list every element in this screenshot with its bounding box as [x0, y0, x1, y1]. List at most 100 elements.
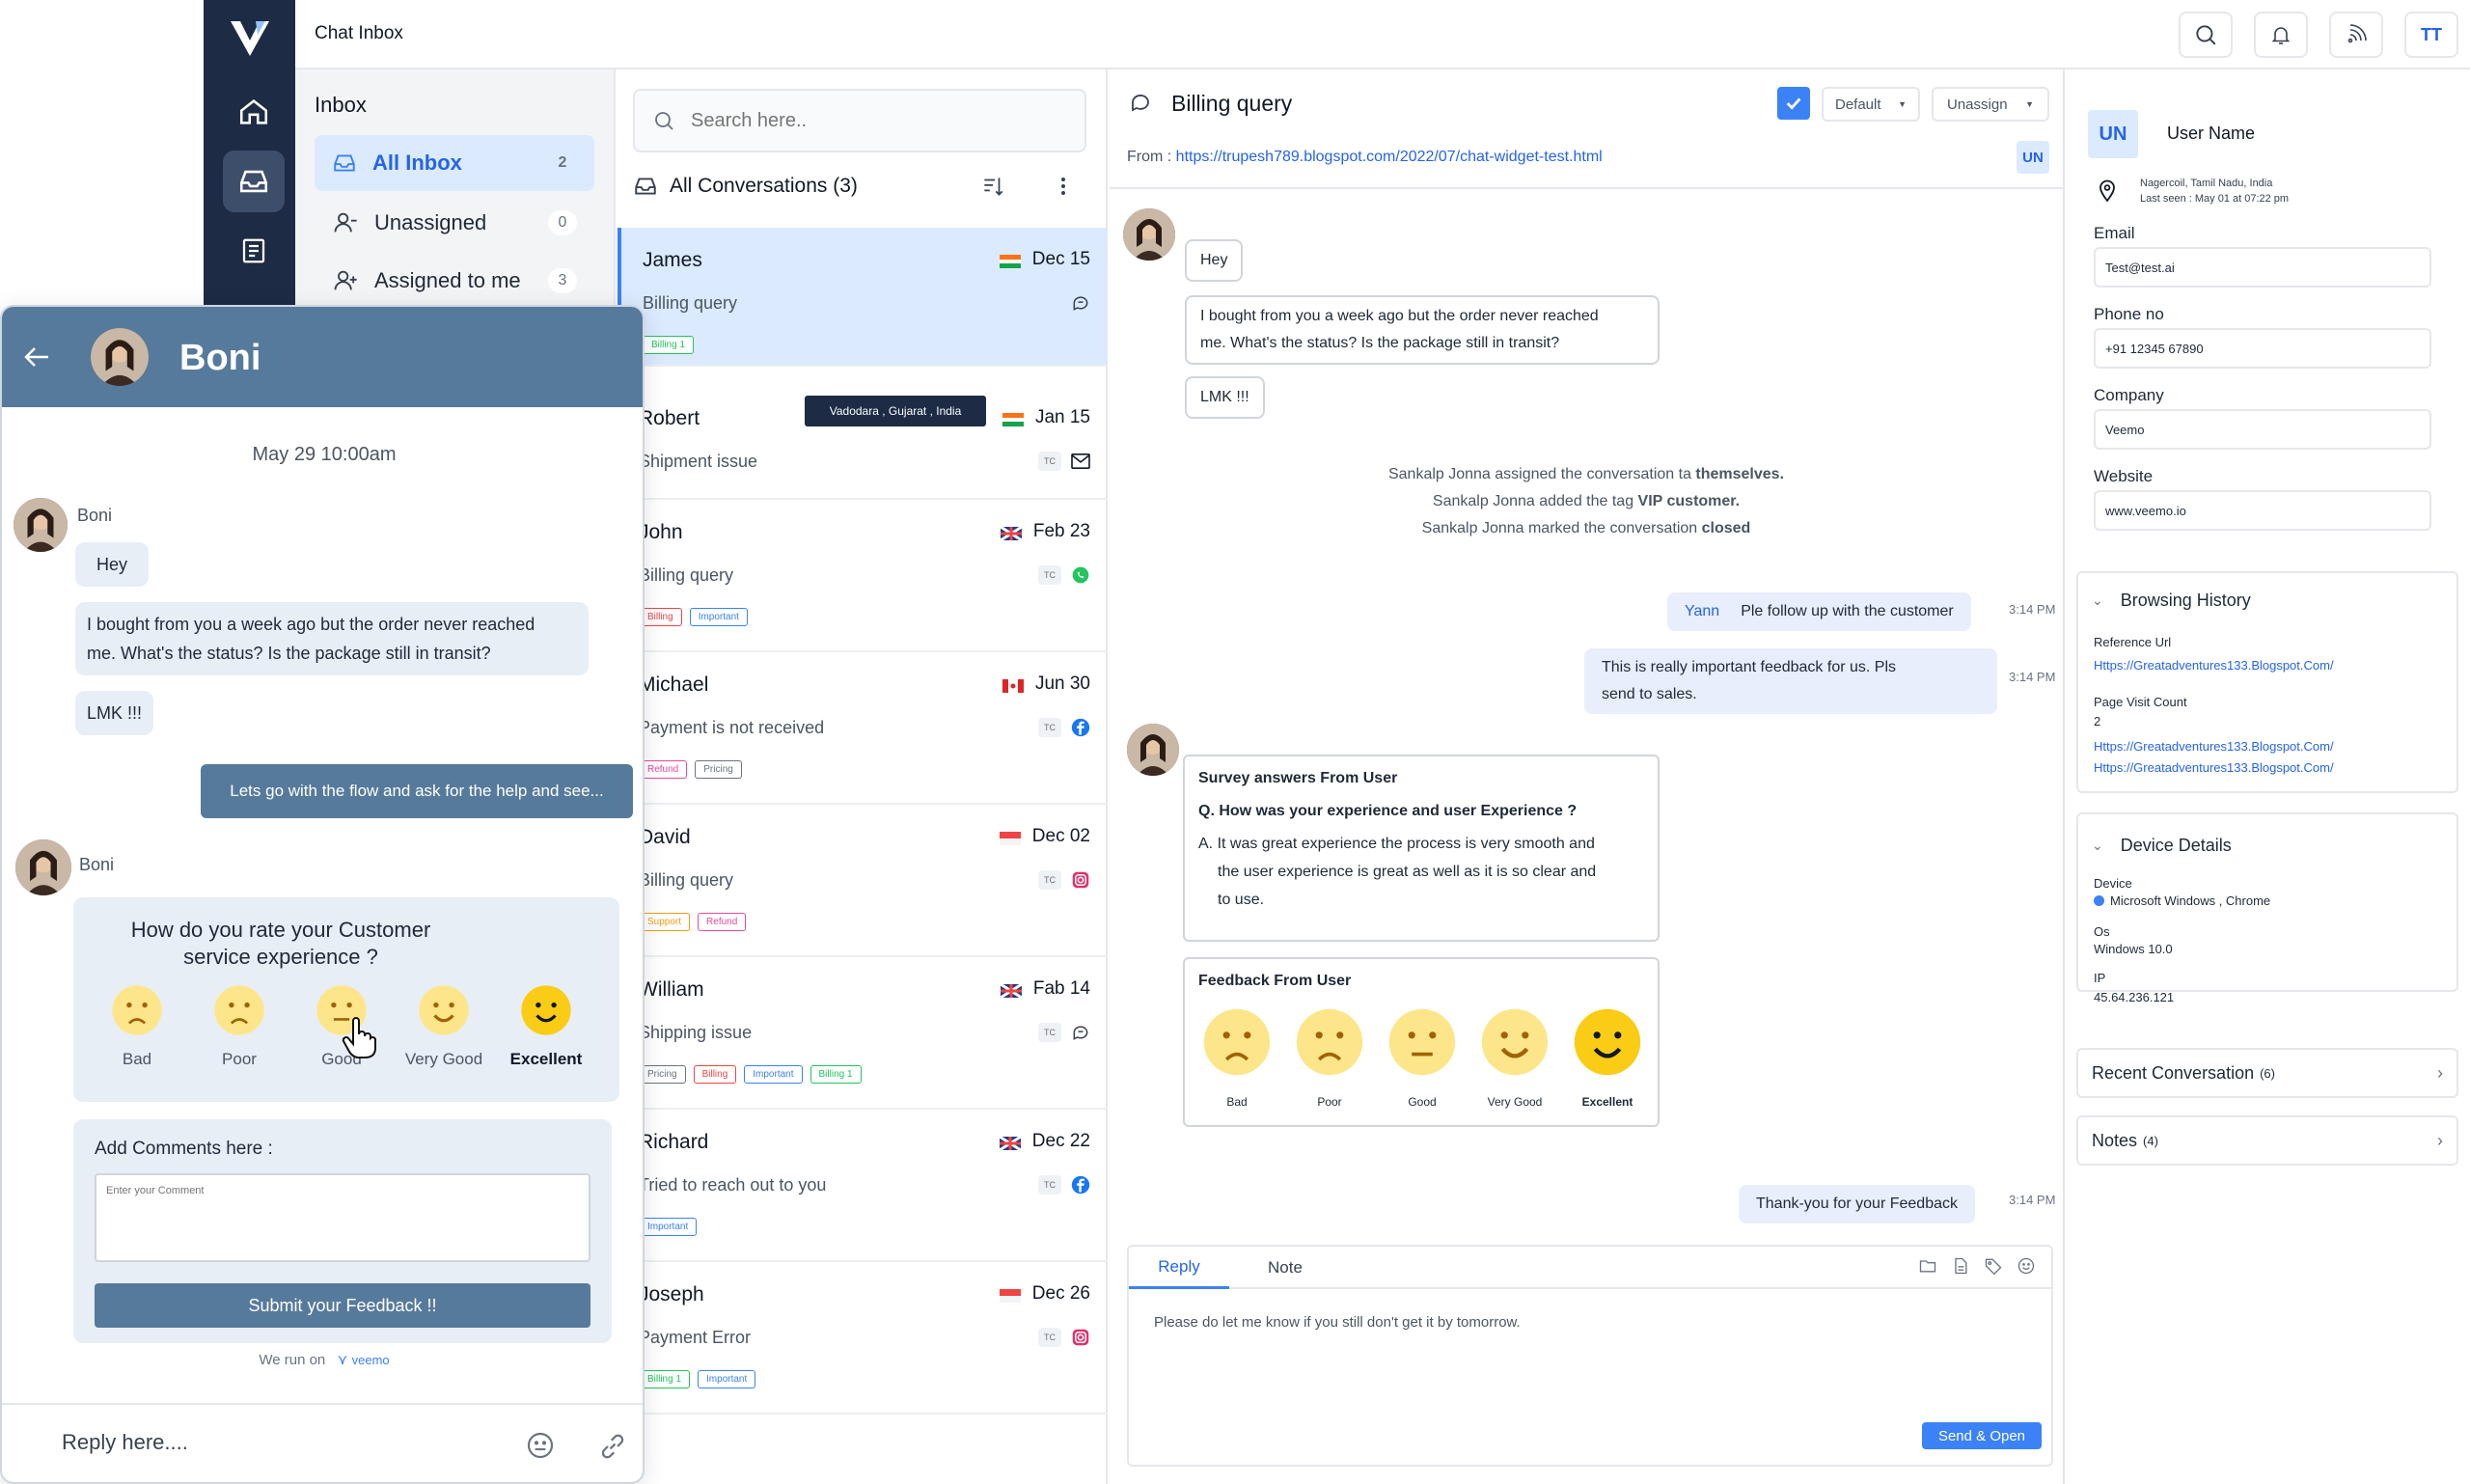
comment-textarea[interactable]: [95, 1173, 590, 1262]
assignee-badge[interactable]: UN: [2017, 141, 2049, 174]
search-input[interactable]: [691, 109, 1057, 132]
tag-list: Important: [639, 1218, 698, 1236]
survey-question: Q. How was your experience and user Expe…: [1198, 803, 1578, 819]
widget-reply-input[interactable]: Reply here....: [62, 1430, 188, 1455]
contact-name: User Name: [2167, 124, 2256, 143]
send-open-button[interactable]: Send & Open: [1922, 1422, 2042, 1449]
inbox-item-label: Assigned to me: [374, 268, 521, 292]
search-box[interactable]: [633, 89, 1086, 152]
activity-text: Sankalp Jonna assigned the conversation …: [1387, 466, 1696, 482]
email-icon: [1069, 450, 1092, 473]
email-field[interactable]: Test@test.ai: [2094, 247, 2431, 288]
attachment-icon[interactable]: [598, 1432, 627, 1466]
conversation-item[interactable]: Michael Jun 30 Payment is not received TC Re…: [618, 652, 1108, 805]
section-title: Recent Conversation: [2092, 1062, 2255, 1083]
instagram-icon: [1069, 1326, 1092, 1349]
priority-dropdown[interactable]: Default ▼: [1822, 87, 1920, 122]
home-icon[interactable]: [223, 81, 285, 143]
customer-avatar: [1123, 208, 1175, 261]
emoji-icon[interactable]: [2017, 1256, 2036, 1276]
phone-field[interactable]: +91 12345 67890: [2094, 328, 2431, 369]
message-time: 3:14 PM: [2009, 670, 2056, 684]
website-field[interactable]: www.veemo.io: [2094, 490, 2431, 531]
notifications-button[interactable]: [2254, 12, 2308, 58]
message-line: send to sales.: [1602, 686, 1697, 702]
search-button[interactable]: [2179, 12, 2233, 58]
document-icon[interactable]: [1951, 1256, 1970, 1276]
inbox-icon: [635, 178, 656, 195]
feedback-option: Poor: [1295, 1007, 1364, 1109]
brand-link[interactable]: veemo: [352, 1353, 390, 1367]
visited-url-link[interactable]: Https://Greatadventures133.Blogspot.Com/: [2094, 760, 2334, 775]
section-title: Notes: [2092, 1130, 2138, 1150]
veemo-mini-logo-icon: ⋎: [337, 1352, 348, 1368]
conversation-item[interactable]: Joseph Dec 26 Payment Error TC Billing 1 Impo…: [618, 1262, 1108, 1415]
chevron-right-icon: ›: [2437, 1130, 2443, 1150]
more-options-icon[interactable]: [1052, 174, 1075, 204]
veemo-logo-icon[interactable]: [223, 12, 277, 66]
message-line: I bought from you a week ago but the ord…: [87, 615, 535, 634]
conversation-item[interactable]: John Feb 23 Billing query TC Billing Importan…: [618, 500, 1108, 652]
conversation-item[interactable]: Richard Dec 22 Tried to reach out to you TC…: [618, 1110, 1108, 1262]
divider: [1110, 187, 2063, 189]
widget-sender-name: Boni: [77, 506, 113, 525]
tag-list: Billing 1 Important: [639, 1370, 756, 1388]
inbox-item-all[interactable]: All Inbox 2: [315, 135, 594, 191]
conversation-date: Jun 30: [1002, 673, 1090, 695]
folder-icon[interactable]: [1918, 1256, 1937, 1276]
conversation-subject: Shipment issue: [639, 452, 758, 471]
visit-count-value: 2: [2094, 714, 2101, 728]
widget-sender-avatar: [14, 498, 68, 552]
rating-option[interactable]: Bad: [91, 984, 183, 1069]
company-field[interactable]: Veemo: [2094, 409, 2431, 450]
from-url-link[interactable]: https://trupesh789.blogspot.com/2022/07/…: [1176, 149, 1603, 165]
tab-note[interactable]: Note: [1235, 1247, 1335, 1289]
browsing-history-header[interactable]: ⌄ Browsing History: [2092, 591, 2251, 611]
rating-option[interactable]: Poor: [193, 984, 286, 1069]
sort-icon[interactable]: [980, 174, 1005, 204]
broadcast-button[interactable]: [2329, 12, 2383, 58]
resolve-checkbox[interactable]: [1777, 87, 1810, 120]
answer-line: to use.: [1218, 892, 1265, 908]
widget-sender-name: Boni: [79, 855, 115, 874]
inbox-heading: Inbox: [315, 93, 367, 117]
rating-option[interactable]: Excellent: [500, 984, 592, 1069]
inbox-item-unassigned[interactable]: Unassigned 0: [315, 195, 594, 251]
conversation-item[interactable]: David Dec 02 Billing query TC Support Refund: [618, 805, 1108, 957]
priority-value: Default: [1835, 96, 1881, 113]
tab-reply[interactable]: Reply: [1129, 1247, 1229, 1289]
section-count: (6): [2260, 1065, 2275, 1081]
reply-text[interactable]: Please do let me know if you still don't…: [1154, 1314, 1521, 1331]
device-details-header[interactable]: ⌄ Device Details: [2092, 836, 2232, 856]
note-author[interactable]: Yann: [1685, 598, 1719, 625]
sad-face-icon: [91, 984, 183, 1036]
inbox-item-assigned[interactable]: Assigned to me 3: [315, 253, 594, 309]
visited-url-link[interactable]: Https://Greatadventures133.Blogspot.Com/: [2094, 739, 2334, 754]
assign-dropdown[interactable]: Unassign ▼: [1932, 87, 2049, 122]
conversations-title: All Conversations (3): [670, 175, 858, 197]
submit-feedback-button[interactable]: Submit your Feedback !!: [95, 1283, 590, 1328]
country-flag-icon: [999, 1287, 1021, 1303]
conversation-item[interactable]: James Dec 15 Billing query Billing 1: [618, 228, 1108, 367]
conversation-date: Dec 22: [998, 1131, 1090, 1152]
date-text: Dec 22: [1031, 1131, 1090, 1151]
rating-option[interactable]: Very Good: [398, 984, 490, 1069]
feedback-option-label: Very Good: [1487, 1095, 1543, 1109]
feedback-option: Excellent: [1573, 1007, 1642, 1109]
widget-rating-card: How do you rate your Customer service ex…: [73, 897, 619, 1102]
tag-icon[interactable]: [1984, 1256, 2003, 1276]
assignee-initials: TC: [1038, 870, 1061, 890]
bell-icon: [2271, 27, 2291, 44]
inbox-nav-icon[interactable]: [223, 151, 285, 212]
reports-icon[interactable]: [223, 220, 285, 282]
recent-conversation-section[interactable]: Recent Conversation (6) ›: [2076, 1048, 2458, 1098]
tag-list: Billing 1: [643, 336, 695, 354]
conversation-item[interactable]: William Fab 14 Shipping issue TC Pricing Bill…: [618, 957, 1108, 1110]
user-avatar-button[interactable]: TT: [2404, 12, 2458, 58]
conversation-date: Dec 02: [999, 826, 1090, 847]
back-arrow-icon[interactable]: [21, 344, 52, 375]
emoji-icon[interactable]: [525, 1430, 556, 1466]
ref-url-link[interactable]: Https://Greatadventures133.Blogspot.Com/: [2094, 658, 2334, 673]
activity-bold: VIP customer.: [1637, 493, 1741, 509]
notes-section[interactable]: Notes (4) ›: [2076, 1115, 2458, 1166]
